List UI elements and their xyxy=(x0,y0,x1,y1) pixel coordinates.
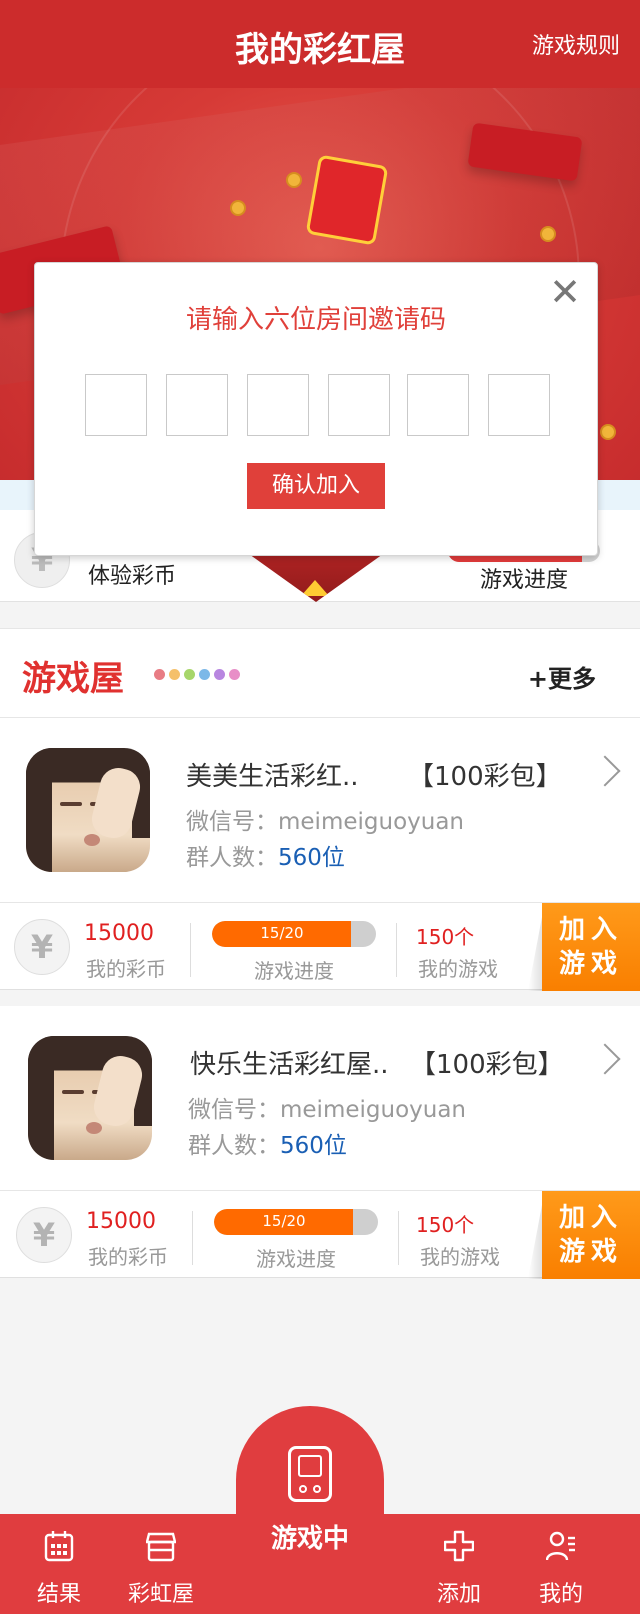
join-shadow xyxy=(528,917,542,991)
chevron-right-icon[interactable] xyxy=(589,1043,621,1075)
divider xyxy=(398,1211,399,1265)
experience-coins-label: 体验彩币 xyxy=(88,564,177,589)
my-games-value: 150个 xyxy=(416,925,475,949)
wechat-value: meimeiguoyuan xyxy=(280,1097,466,1123)
progress-text: 15/20 xyxy=(260,924,304,942)
code-digit-input[interactable] xyxy=(328,374,390,436)
room-avatar xyxy=(26,748,150,872)
up-arrow-icon xyxy=(301,580,329,596)
banner-redpacket-mascot xyxy=(305,154,389,246)
game-progress-label: 游戏进度 xyxy=(256,1247,336,1271)
wechat-label: 微信号： xyxy=(188,1097,280,1123)
plus-icon xyxy=(444,1530,474,1562)
code-digit-input[interactable] xyxy=(247,374,309,436)
wechat-label: 微信号： xyxy=(186,809,278,835)
tab-label: 游戏中 xyxy=(270,1524,349,1554)
room-bonus: 【100彩包】 xyxy=(408,762,562,792)
calendar-icon xyxy=(44,1531,74,1562)
dot xyxy=(214,669,225,680)
banner-coin xyxy=(600,424,616,440)
yen-icon: ¥ xyxy=(16,1207,72,1263)
banner-coin xyxy=(286,172,302,188)
code-digit-input[interactable] xyxy=(166,374,228,436)
my-coins-value: 15000 xyxy=(86,1209,156,1234)
gamepad-icon xyxy=(288,1446,332,1502)
join-game-button[interactable]: 加入 游戏 xyxy=(542,903,640,991)
my-games-label: 我的游戏 xyxy=(420,1245,500,1269)
wechat-id: 微信号：meimeiguoyuan xyxy=(186,802,464,836)
my-games-value: 150个 xyxy=(416,1213,475,1237)
room-name: 快乐生活彩红屋.. xyxy=(190,1050,389,1080)
members-value: 560位 xyxy=(278,845,345,871)
room-stats: ¥ 15000 我的彩币 15/20 游戏进度 150个 我的游戏 加入 游戏 xyxy=(0,1190,640,1279)
banner-coin xyxy=(540,226,556,242)
room-name: 美美生活彩红.. xyxy=(186,762,359,792)
user-list-icon xyxy=(546,1531,575,1561)
section-title: 游戏屋 xyxy=(22,659,124,699)
tab-label: 我的 xyxy=(538,1582,583,1607)
tab-rainbow-house[interactable]: 彩虹屋 xyxy=(106,1514,216,1614)
my-coins-label: 我的彩币 xyxy=(86,957,166,981)
game-progress-bar: 15/20 xyxy=(212,921,376,947)
experience-progress-label: 游戏进度 xyxy=(480,568,569,593)
members-value: 560位 xyxy=(280,1133,347,1159)
dialog-title: 请输入六位房间邀请码 xyxy=(185,305,446,335)
my-games-label: 我的游戏 xyxy=(418,957,498,981)
section-dots xyxy=(154,669,240,680)
tab-label: 添加 xyxy=(436,1582,481,1607)
tab-label: 结果 xyxy=(36,1582,81,1607)
tab-label: 彩虹屋 xyxy=(127,1582,194,1607)
code-digit-input[interactable] xyxy=(488,374,550,436)
game-room-card[interactable]: 美美生活彩红.. 【100彩包】 微信号：meimeiguoyuan 群人数：5… xyxy=(0,718,640,991)
divider xyxy=(396,923,397,977)
game-progress-label: 游戏进度 xyxy=(254,959,334,983)
confirm-join-button[interactable]: 确认加入 xyxy=(247,463,385,509)
member-count: 群人数：560位 xyxy=(186,838,345,872)
members-label: 群人数： xyxy=(188,1133,280,1159)
tab-playing[interactable]: 游戏中 xyxy=(236,1406,384,1614)
dot xyxy=(184,669,195,680)
code-digit-input[interactable] xyxy=(85,374,147,436)
more-link[interactable]: +更多 xyxy=(528,659,596,694)
join-shadow xyxy=(528,1205,542,1279)
wechat-id: 微信号：meimeiguoyuan xyxy=(188,1090,466,1124)
yen-icon: ¥ xyxy=(14,919,70,975)
code-digit-input[interactable] xyxy=(407,374,469,436)
wechat-value: meimeiguoyuan xyxy=(278,809,464,835)
game-progress-bar: 15/20 xyxy=(214,1209,378,1235)
store-icon xyxy=(146,1532,176,1562)
divider xyxy=(190,923,191,977)
invite-code-dialog: ✕ 请输入六位房间邀请码 确认加入 xyxy=(34,262,598,556)
room-avatar xyxy=(28,1036,152,1160)
dot xyxy=(154,669,165,680)
invite-code-inputs xyxy=(85,374,550,436)
join-game-button[interactable]: 加入 游戏 xyxy=(542,1191,640,1279)
dot xyxy=(199,669,210,680)
divider xyxy=(192,1211,193,1265)
banner-coin xyxy=(230,200,246,216)
my-coins-value: 15000 xyxy=(84,921,154,946)
dot xyxy=(229,669,240,680)
member-count: 群人数：560位 xyxy=(188,1126,347,1160)
top-header: 我的彩红屋 游戏规则 xyxy=(0,0,640,88)
tab-mine[interactable]: 我的 xyxy=(506,1514,616,1614)
chevron-right-icon[interactable] xyxy=(589,755,621,787)
room-bonus: 【100彩包】 xyxy=(410,1050,564,1080)
game-room-card[interactable]: 快乐生活彩红屋.. 【100彩包】 微信号：meimeiguoyuan 群人数：… xyxy=(0,1006,640,1279)
progress-text: 15/20 xyxy=(262,1212,306,1230)
game-rules-link[interactable]: 游戏规则 xyxy=(532,28,620,60)
members-label: 群人数： xyxy=(186,845,278,871)
room-stats: ¥ 15000 我的彩币 15/20 游戏进度 150个 我的游戏 加入 游戏 xyxy=(0,902,640,991)
my-coins-label: 我的彩币 xyxy=(88,1245,168,1269)
tab-results[interactable]: 结果 xyxy=(4,1514,114,1614)
game-house-section-header: 游戏屋 +更多 xyxy=(0,628,640,718)
dot xyxy=(169,669,180,680)
tab-add[interactable]: 添加 xyxy=(404,1514,514,1614)
